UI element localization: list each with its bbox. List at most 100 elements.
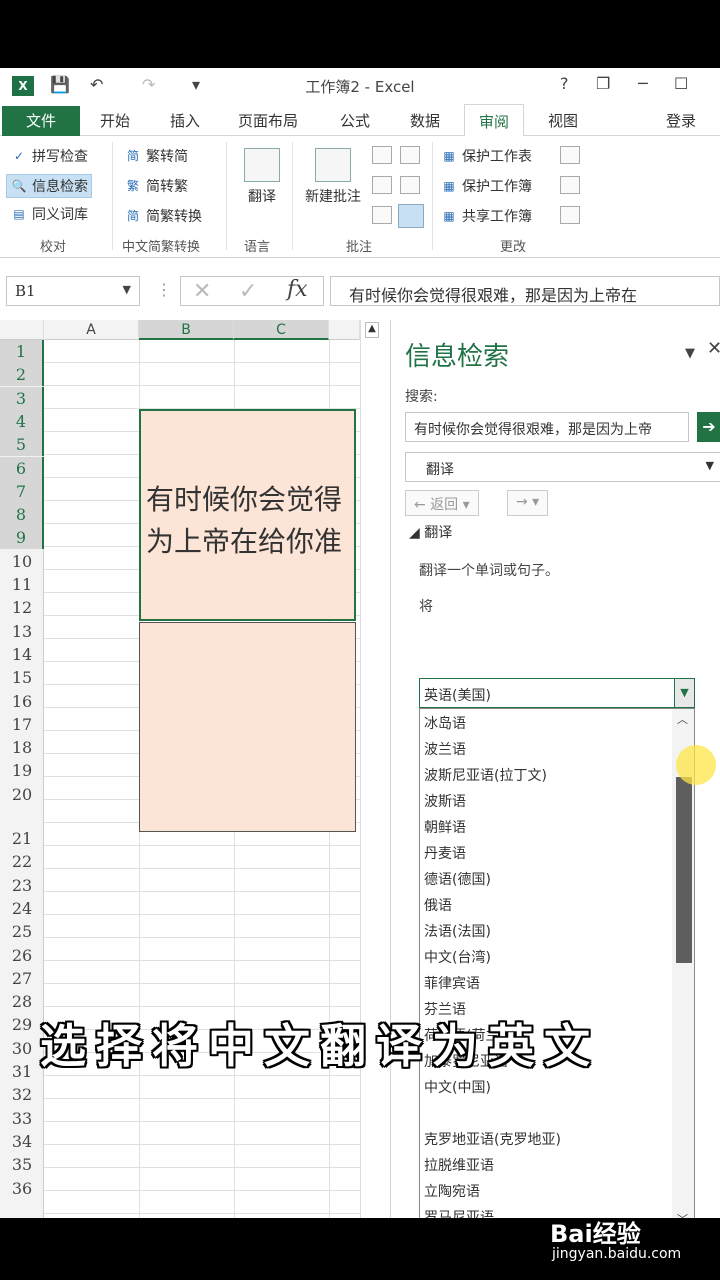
trad-to-simp-button[interactable]: 简 繁转简 [124, 146, 188, 166]
start-search-button[interactable]: ➔ [697, 412, 720, 442]
tab-insert[interactable]: 插入 [170, 110, 200, 131]
chinese-conversion-button[interactable]: 简 简繁转换 [124, 206, 202, 226]
row-header[interactable]: 1 [0, 340, 44, 363]
language-option[interactable]: 克罗地亚语(克罗地亚) [424, 1127, 561, 1153]
row-header[interactable]: 34 [0, 1130, 44, 1153]
row-header[interactable]: 16 [0, 690, 44, 713]
row-header[interactable]: 27 [0, 967, 44, 990]
chevron-down-icon[interactable]: ﹀ [677, 1211, 688, 1218]
name-box[interactable]: B1 ▼ [6, 276, 140, 306]
language-option[interactable]: 冰岛语 [424, 711, 466, 737]
row-header[interactable]: 28 [0, 990, 44, 1013]
tab-review[interactable]: 审阅 [464, 104, 525, 137]
row-header[interactable]: 9 [0, 526, 44, 550]
vertical-scrollbar[interactable]: ▲ [360, 320, 382, 1218]
column-header-b[interactable]: B [139, 320, 234, 340]
translate-button[interactable]: 翻译 [236, 148, 288, 206]
row-header[interactable]: 10 [0, 550, 44, 573]
new-comment-button[interactable]: 新建批注 [298, 148, 368, 206]
back-button[interactable]: ← 返回 ▾ [405, 490, 479, 516]
row-header[interactable]: 25 [0, 920, 44, 943]
row-header[interactable]: 19 [0, 759, 44, 782]
protect-sheet-button[interactable]: ▦ 保护工作表 [440, 146, 532, 166]
language-option[interactable]: 立陶宛语 [424, 1179, 480, 1205]
tab-home[interactable]: 开始 [100, 110, 130, 131]
row-header[interactable]: 15 [0, 666, 44, 689]
language-option[interactable]: 俄语 [424, 893, 452, 919]
row-header[interactable]: 17 [0, 713, 44, 736]
row-header[interactable]: 30 [0, 1037, 44, 1060]
column-header-c[interactable]: C [234, 320, 329, 340]
language-option[interactable]: 拉脱维亚语 [424, 1153, 494, 1179]
allow-edit-ranges-icon[interactable] [560, 176, 580, 194]
enter-icon[interactable]: ✓ [239, 279, 257, 304]
dropdown-scrollbar[interactable]: ︿ ﹀ [672, 709, 694, 1218]
row-header[interactable]: 18 [0, 736, 44, 759]
language-dropdown-list[interactable]: 罗马尼亚语 立陶宛语 拉脱维亚语 克罗地亚语(克罗地亚) 中文(中国) 加泰罗尼亚语 荷兰语… [419, 708, 695, 1218]
help-button[interactable]: ? [560, 74, 569, 93]
language-option[interactable]: 中文(中国) [424, 1075, 491, 1101]
tab-formulas[interactable]: 公式 [340, 110, 370, 131]
row-header[interactable]: 29 [0, 1013, 44, 1036]
language-option[interactable]: 法语(法国) [424, 919, 491, 945]
prev-comment-icon[interactable] [400, 146, 420, 164]
delete-comment-icon[interactable] [372, 146, 392, 164]
row-header[interactable]: 33 [0, 1107, 44, 1130]
row-header[interactable]: 14 [0, 643, 44, 666]
row-header[interactable]: 32 [0, 1083, 44, 1106]
row-header[interactable]: 26 [0, 944, 44, 967]
maximize-button[interactable]: ☐ [674, 74, 688, 93]
merged-cell-b10[interactable] [139, 622, 356, 832]
show-ink-icon[interactable] [398, 204, 424, 228]
row-header[interactable]: 13 [0, 620, 44, 643]
row-header[interactable]: 3 [0, 386, 44, 410]
row-header[interactable]: 22 [0, 850, 44, 873]
share-workbook-button[interactable]: ▦ 共享工作簿 [440, 206, 532, 226]
thesaurus-button[interactable]: ▤ 同义词库 [10, 204, 88, 224]
simp-to-trad-button[interactable]: 繁 简转繁 [124, 176, 188, 196]
row-header[interactable]: 7 [0, 479, 44, 503]
show-all-comments-icon[interactable] [372, 206, 392, 224]
row-header[interactable]: 31 [0, 1060, 44, 1083]
protect-workbook-button[interactable]: ▦ 保护工作簿 [440, 176, 532, 196]
search-input[interactable]: 有时候你会觉得很艰难，那是因为上帝 [405, 412, 689, 442]
row-header[interactable]: 6 [0, 456, 44, 480]
protect-share-icon[interactable] [560, 146, 580, 164]
tab-data[interactable]: 数据 [410, 110, 440, 131]
track-changes-icon[interactable] [560, 206, 580, 224]
language-option[interactable]: 波兰语 [424, 737, 466, 763]
row-header[interactable]: 24 [0, 897, 44, 920]
ribbon-display-button[interactable]: ❐ [596, 74, 610, 93]
scroll-thumb[interactable] [676, 777, 692, 963]
forward-button[interactable]: → ▾ [507, 490, 549, 516]
translate-section-header[interactable]: ◢ 翻译 [409, 522, 452, 542]
next-comment-icon[interactable] [372, 176, 392, 194]
insert-function-icon[interactable]: fx [287, 277, 308, 302]
tab-page-layout[interactable]: 页面布局 [238, 110, 298, 131]
language-option[interactable]: 菲律宾语 [424, 971, 480, 997]
merged-cell-b1[interactable]: 有时候你会觉得 为上帝在给你准 [139, 409, 356, 621]
language-option[interactable]: 中文(台湾) [424, 945, 491, 971]
spelling-button[interactable]: ✓ 拼写检查 [10, 146, 88, 166]
row-header[interactable]: 36 [0, 1177, 44, 1200]
language-option[interactable]: 朝鲜语 [424, 815, 466, 841]
row-header[interactable]: 23 [0, 874, 44, 897]
row-header[interactable]: 2 [0, 363, 44, 387]
service-select[interactable]: 翻译 ▼ [405, 452, 720, 482]
column-header-d[interactable] [329, 320, 360, 340]
row-header[interactable]: 4 [0, 409, 44, 433]
select-all-corner[interactable] [0, 320, 44, 340]
language-option[interactable]: 德语(德国) [424, 867, 491, 893]
tab-view[interactable]: 视图 [548, 110, 578, 131]
row-header[interactable]: 35 [0, 1153, 44, 1176]
row-header[interactable]: 21 [0, 827, 44, 850]
column-header-a[interactable]: A [44, 320, 139, 340]
scroll-up-icon[interactable]: ▲ [365, 322, 379, 338]
login-link[interactable]: 登录 [666, 110, 696, 131]
chevron-up-icon[interactable]: ︿ [677, 711, 688, 727]
research-button[interactable]: 🔍 信息检索 [6, 174, 92, 198]
language-option[interactable]: 波斯尼亚语(拉丁文) [424, 763, 547, 789]
chevron-down-icon[interactable]: ▼ [674, 679, 694, 707]
language-option[interactable]: 丹麦语 [424, 841, 466, 867]
language-option[interactable]: 罗马尼亚语 [424, 1205, 494, 1218]
